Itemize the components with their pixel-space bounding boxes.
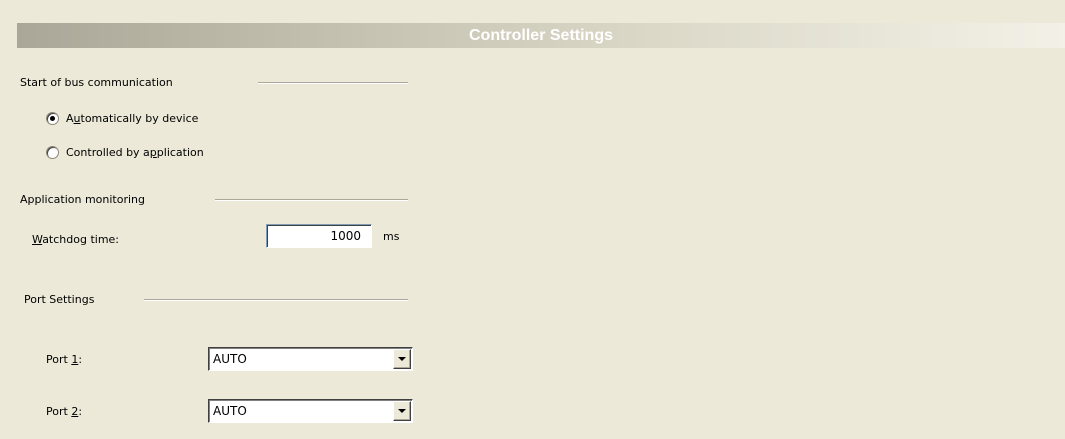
port-2-select[interactable]: AUTO [208, 399, 413, 423]
port-1-dropdown-button[interactable] [393, 349, 411, 369]
page-title: Controller Settings [468, 27, 613, 44]
bus-communication-group-label: Start of bus communication [20, 76, 173, 89]
port-2-select-value: AUTO [213, 404, 247, 418]
chevron-down-icon [398, 357, 406, 361]
watchdog-time-input[interactable]: 1000 [266, 224, 372, 248]
radio-controlled-by-application-label[interactable]: Controlled by application [66, 146, 204, 159]
port-settings-group-divider [144, 299, 408, 301]
radio-auto-by-device[interactable]: Automatically by device [46, 110, 198, 126]
application-monitoring-group-label: Application monitoring [20, 193, 146, 206]
port-1-label: Port 1: [46, 353, 83, 366]
radio-button-selected-icon[interactable] [46, 111, 59, 125]
radio-controlled-by-application[interactable]: Controlled by application [46, 144, 204, 160]
port-1-select-value: AUTO [213, 352, 247, 366]
watchdog-unit-label: ms [383, 230, 400, 243]
radio-dot-icon [50, 115, 55, 121]
port-settings-group-label: Port Settings [24, 293, 95, 306]
watchdog-time-label: Watchdog time: [32, 233, 120, 246]
port-2-label: Port 2: [46, 405, 83, 418]
port-1-select[interactable]: AUTO [208, 347, 413, 371]
bus-communication-group-divider [258, 82, 408, 84]
application-monitoring-group-divider [215, 199, 408, 201]
radio-auto-by-device-label[interactable]: Automatically by device [66, 112, 198, 125]
chevron-down-icon [398, 409, 406, 413]
controller-settings-panel: Controller Settings Start of bus communi… [0, 0, 1065, 439]
radio-button-unselected-icon[interactable] [46, 145, 59, 159]
port-2-dropdown-button[interactable] [393, 401, 411, 421]
header-bar: Controller Settings [17, 23, 1065, 48]
